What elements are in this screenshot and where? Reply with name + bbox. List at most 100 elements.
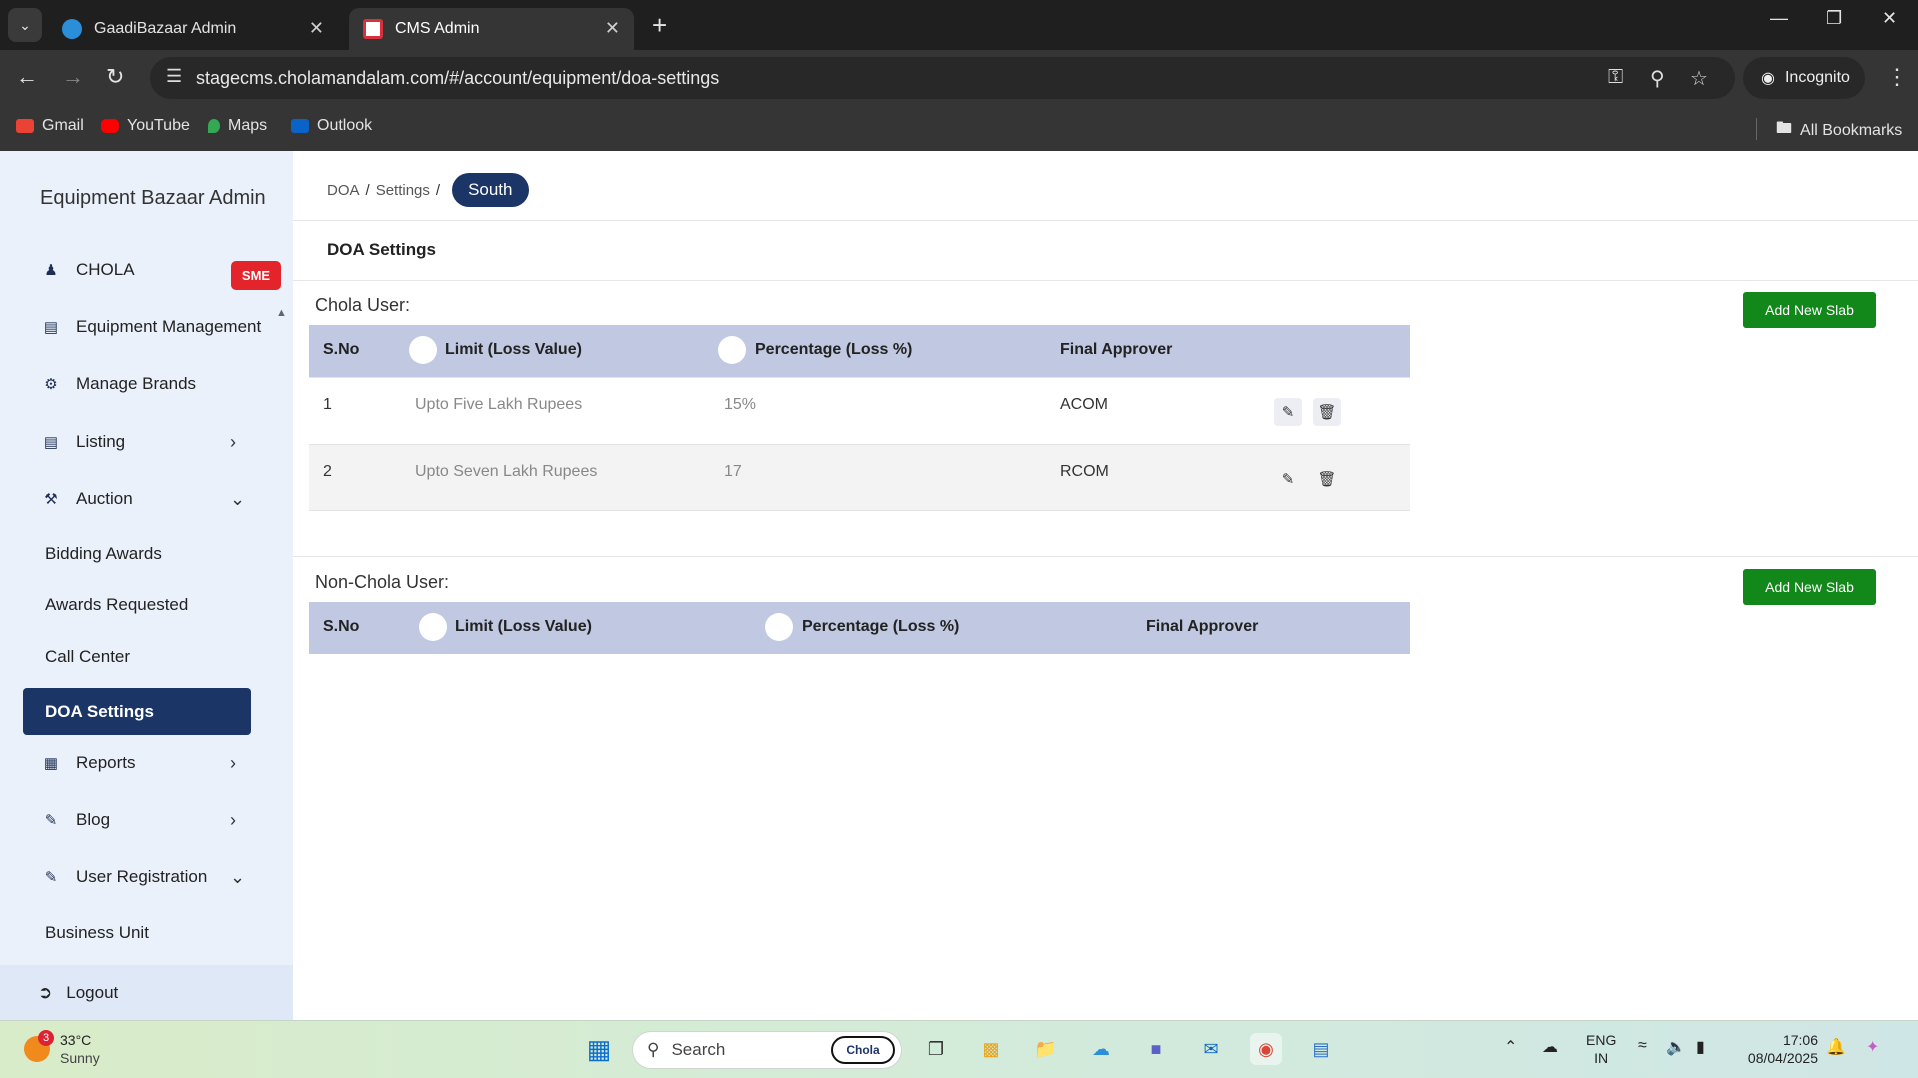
chevron-right-icon: › xyxy=(230,752,236,773)
sidebar-item-call-center[interactable]: Call Center xyxy=(45,647,130,667)
chrome-icon[interactable]: ◉ xyxy=(1250,1033,1282,1065)
language-indicator[interactable]: ENG IN xyxy=(1586,1031,1616,1067)
all-bookmarks[interactable]: 🖿 All Bookmarks xyxy=(1776,117,1902,144)
brand-title: Equipment Bazaar Admin xyxy=(40,187,266,209)
site-info-icon[interactable]: ☰ xyxy=(166,66,182,87)
browser-menu-icon[interactable]: ⋮ xyxy=(1886,64,1908,90)
tray-chevron-up-icon[interactable]: ⌃ xyxy=(1504,1037,1517,1057)
forward-arrow-icon[interactable]: → xyxy=(62,64,84,90)
wifi-icon[interactable]: ≈ xyxy=(1638,1037,1647,1055)
breadcrumb-doa[interactable]: DOA xyxy=(327,182,360,199)
sidebar-item-business-unit[interactable]: Business Unit xyxy=(45,923,149,943)
bookmark-maps[interactable]: Maps xyxy=(208,117,267,135)
widgets-icon[interactable]: ▩ xyxy=(975,1033,1007,1065)
sidebar-item-equipment-management[interactable]: ▤ Equipment Management xyxy=(40,317,261,337)
windows-start-icon[interactable]: ▦ xyxy=(583,1033,615,1065)
browser-tab-cms-admin[interactable]: CMS Admin ✕ xyxy=(349,8,634,50)
sidebar-item-listing[interactable]: ▤ Listing › xyxy=(40,432,236,452)
sidebar-item-doa-settings[interactable]: DOA Settings xyxy=(23,688,251,735)
sidebar-item-bidding-awards[interactable]: Bidding Awards xyxy=(45,544,162,564)
browser-tab-bar: ⌄ GaadiBazaar Admin ✕ CMS Admin ✕ + — ❐ … xyxy=(0,0,1918,50)
window-close-icon[interactable]: ✕ xyxy=(1882,8,1897,29)
outlook-icon[interactable]: ✉ xyxy=(1195,1033,1227,1065)
sidebar-item-manage-brands[interactable]: ⚙ Manage Brands xyxy=(40,374,196,394)
breadcrumb-settings[interactable]: Settings xyxy=(376,182,430,199)
file-explorer-icon[interactable]: 📁 xyxy=(1030,1033,1062,1065)
user-edit-icon: ✎ xyxy=(44,869,58,886)
add-new-slab-button[interactable]: Add New Slab xyxy=(1743,569,1876,605)
notification-bell-icon[interactable]: 🔔 xyxy=(1826,1037,1846,1057)
edit-pencil-icon[interactable]: ✎ xyxy=(1274,465,1302,493)
onedrive-icon[interactable]: ☁ xyxy=(1542,1037,1558,1057)
logout-button[interactable]: ➲ Logout xyxy=(0,965,293,1020)
chola-user-label: Chola User: xyxy=(315,295,411,315)
reload-icon[interactable]: ↻ xyxy=(106,64,124,90)
gavel-icon: ⚒ xyxy=(44,491,58,508)
divider xyxy=(1756,118,1757,140)
sort-toggle-icon[interactable] xyxy=(409,336,437,364)
sidebar-item-chola[interactable]: ♟ CHOLA xyxy=(40,260,134,280)
sme-badge[interactable]: SME xyxy=(231,261,281,290)
bookmark-gmail[interactable]: Gmail xyxy=(16,117,84,135)
add-new-slab-button[interactable]: Add New Slab xyxy=(1743,292,1876,328)
new-tab-plus-icon[interactable]: + xyxy=(652,10,667,41)
delete-trash-icon[interactable]: 🗑 xyxy=(1313,465,1341,493)
copilot-icon[interactable]: ✦ xyxy=(1866,1037,1879,1057)
teams-icon[interactable]: ■ xyxy=(1140,1033,1172,1065)
notepad-icon[interactable]: ▤ xyxy=(1305,1033,1337,1065)
address-bar[interactable]: ☰ stagecms.cholamandalam.com/#/account/e… xyxy=(150,57,1735,99)
delete-trash-icon[interactable]: 🗑 xyxy=(1313,398,1341,426)
sidebar-item-awards-requested[interactable]: Awards Requested xyxy=(45,595,188,615)
sort-toggle-icon[interactable] xyxy=(718,336,746,364)
chevron-right-icon: › xyxy=(230,431,236,452)
cell-approver: ACOM xyxy=(1060,396,1108,413)
minimize-icon[interactable]: — xyxy=(1770,8,1788,29)
task-view-icon[interactable]: ❐ xyxy=(920,1033,952,1065)
battery-icon[interactable]: ▮ xyxy=(1696,1037,1705,1057)
bookmark-youtube[interactable]: YouTube xyxy=(101,117,190,135)
divider xyxy=(293,556,1918,557)
browser-tab-gaadibazaar[interactable]: GaadiBazaar Admin ✕ xyxy=(48,8,338,50)
close-icon[interactable]: ✕ xyxy=(309,18,324,39)
weather-widget[interactable]: 3 33°C Sunny xyxy=(24,1030,100,1067)
bookmark-star-icon[interactable]: ☆ xyxy=(1690,66,1708,91)
search-label: Search xyxy=(671,1040,726,1059)
cell-sno: 2 xyxy=(323,463,332,480)
breadcrumb-current: South xyxy=(452,173,529,207)
sidebar-item-user-registration[interactable]: ✎ User Registration ⌄ xyxy=(40,867,245,887)
chevron-right-icon: › xyxy=(230,809,236,830)
column-header-percentage: Percentage (Loss %) xyxy=(755,341,913,358)
column-header-final-approver: Final Approver xyxy=(1060,341,1173,358)
outlook-icon xyxy=(291,119,309,133)
tab-search-chevron-icon[interactable]: ⌄ xyxy=(8,8,42,42)
clock[interactable]: 17:06 08/04/2025 xyxy=(1738,1031,1818,1067)
weather-desc: Sunny xyxy=(60,1050,100,1066)
volume-icon[interactable]: 🔈 xyxy=(1666,1037,1686,1057)
incognito-indicator[interactable]: ◉ Incognito xyxy=(1743,57,1865,99)
sidebar-item-blog[interactable]: ✎ Blog › xyxy=(40,810,236,830)
sidebar-item-label: User Registration xyxy=(76,867,208,886)
column-header-final-approver: Final Approver xyxy=(1146,618,1259,635)
back-arrow-icon[interactable]: ← xyxy=(16,64,38,90)
bookmark-outlook[interactable]: Outlook xyxy=(291,117,372,135)
edit-pencil-icon[interactable]: ✎ xyxy=(1274,398,1302,426)
sort-toggle-icon[interactable] xyxy=(765,613,793,641)
close-icon[interactable]: ✕ xyxy=(605,18,620,39)
chola-search-highlight[interactable]: Chola xyxy=(831,1036,895,1064)
lang-code: ENG xyxy=(1586,1032,1617,1048)
scroll-up-icon[interactable]: ▲ xyxy=(276,307,287,319)
restore-icon[interactable]: ❐ xyxy=(1826,8,1842,29)
password-key-icon[interactable]: ⚿ xyxy=(1608,66,1623,89)
taskbar-search[interactable]: ⚲ Search Chola xyxy=(632,1031,902,1069)
sidebar-item-label: Equipment Management xyxy=(76,317,262,336)
zoom-icon[interactable]: ⚲ xyxy=(1650,66,1665,91)
weather-text: 33°C Sunny xyxy=(60,1031,100,1067)
breadcrumb-separator: / xyxy=(365,181,370,199)
page-title: DOA Settings xyxy=(327,240,436,259)
cloud-app-icon[interactable]: ☁ xyxy=(1085,1033,1117,1065)
sidebar-item-auction[interactable]: ⚒ Auction ⌄ xyxy=(40,489,245,509)
sidebar-item-reports[interactable]: ▦ Reports › xyxy=(40,753,236,773)
bookmarks-bar: Gmail YouTube Maps Outlook 🖿 All Bookmar… xyxy=(0,108,1918,151)
sort-toggle-icon[interactable] xyxy=(419,613,447,641)
url-text[interactable]: stagecms.cholamandalam.com/#/account/equ… xyxy=(196,68,719,89)
